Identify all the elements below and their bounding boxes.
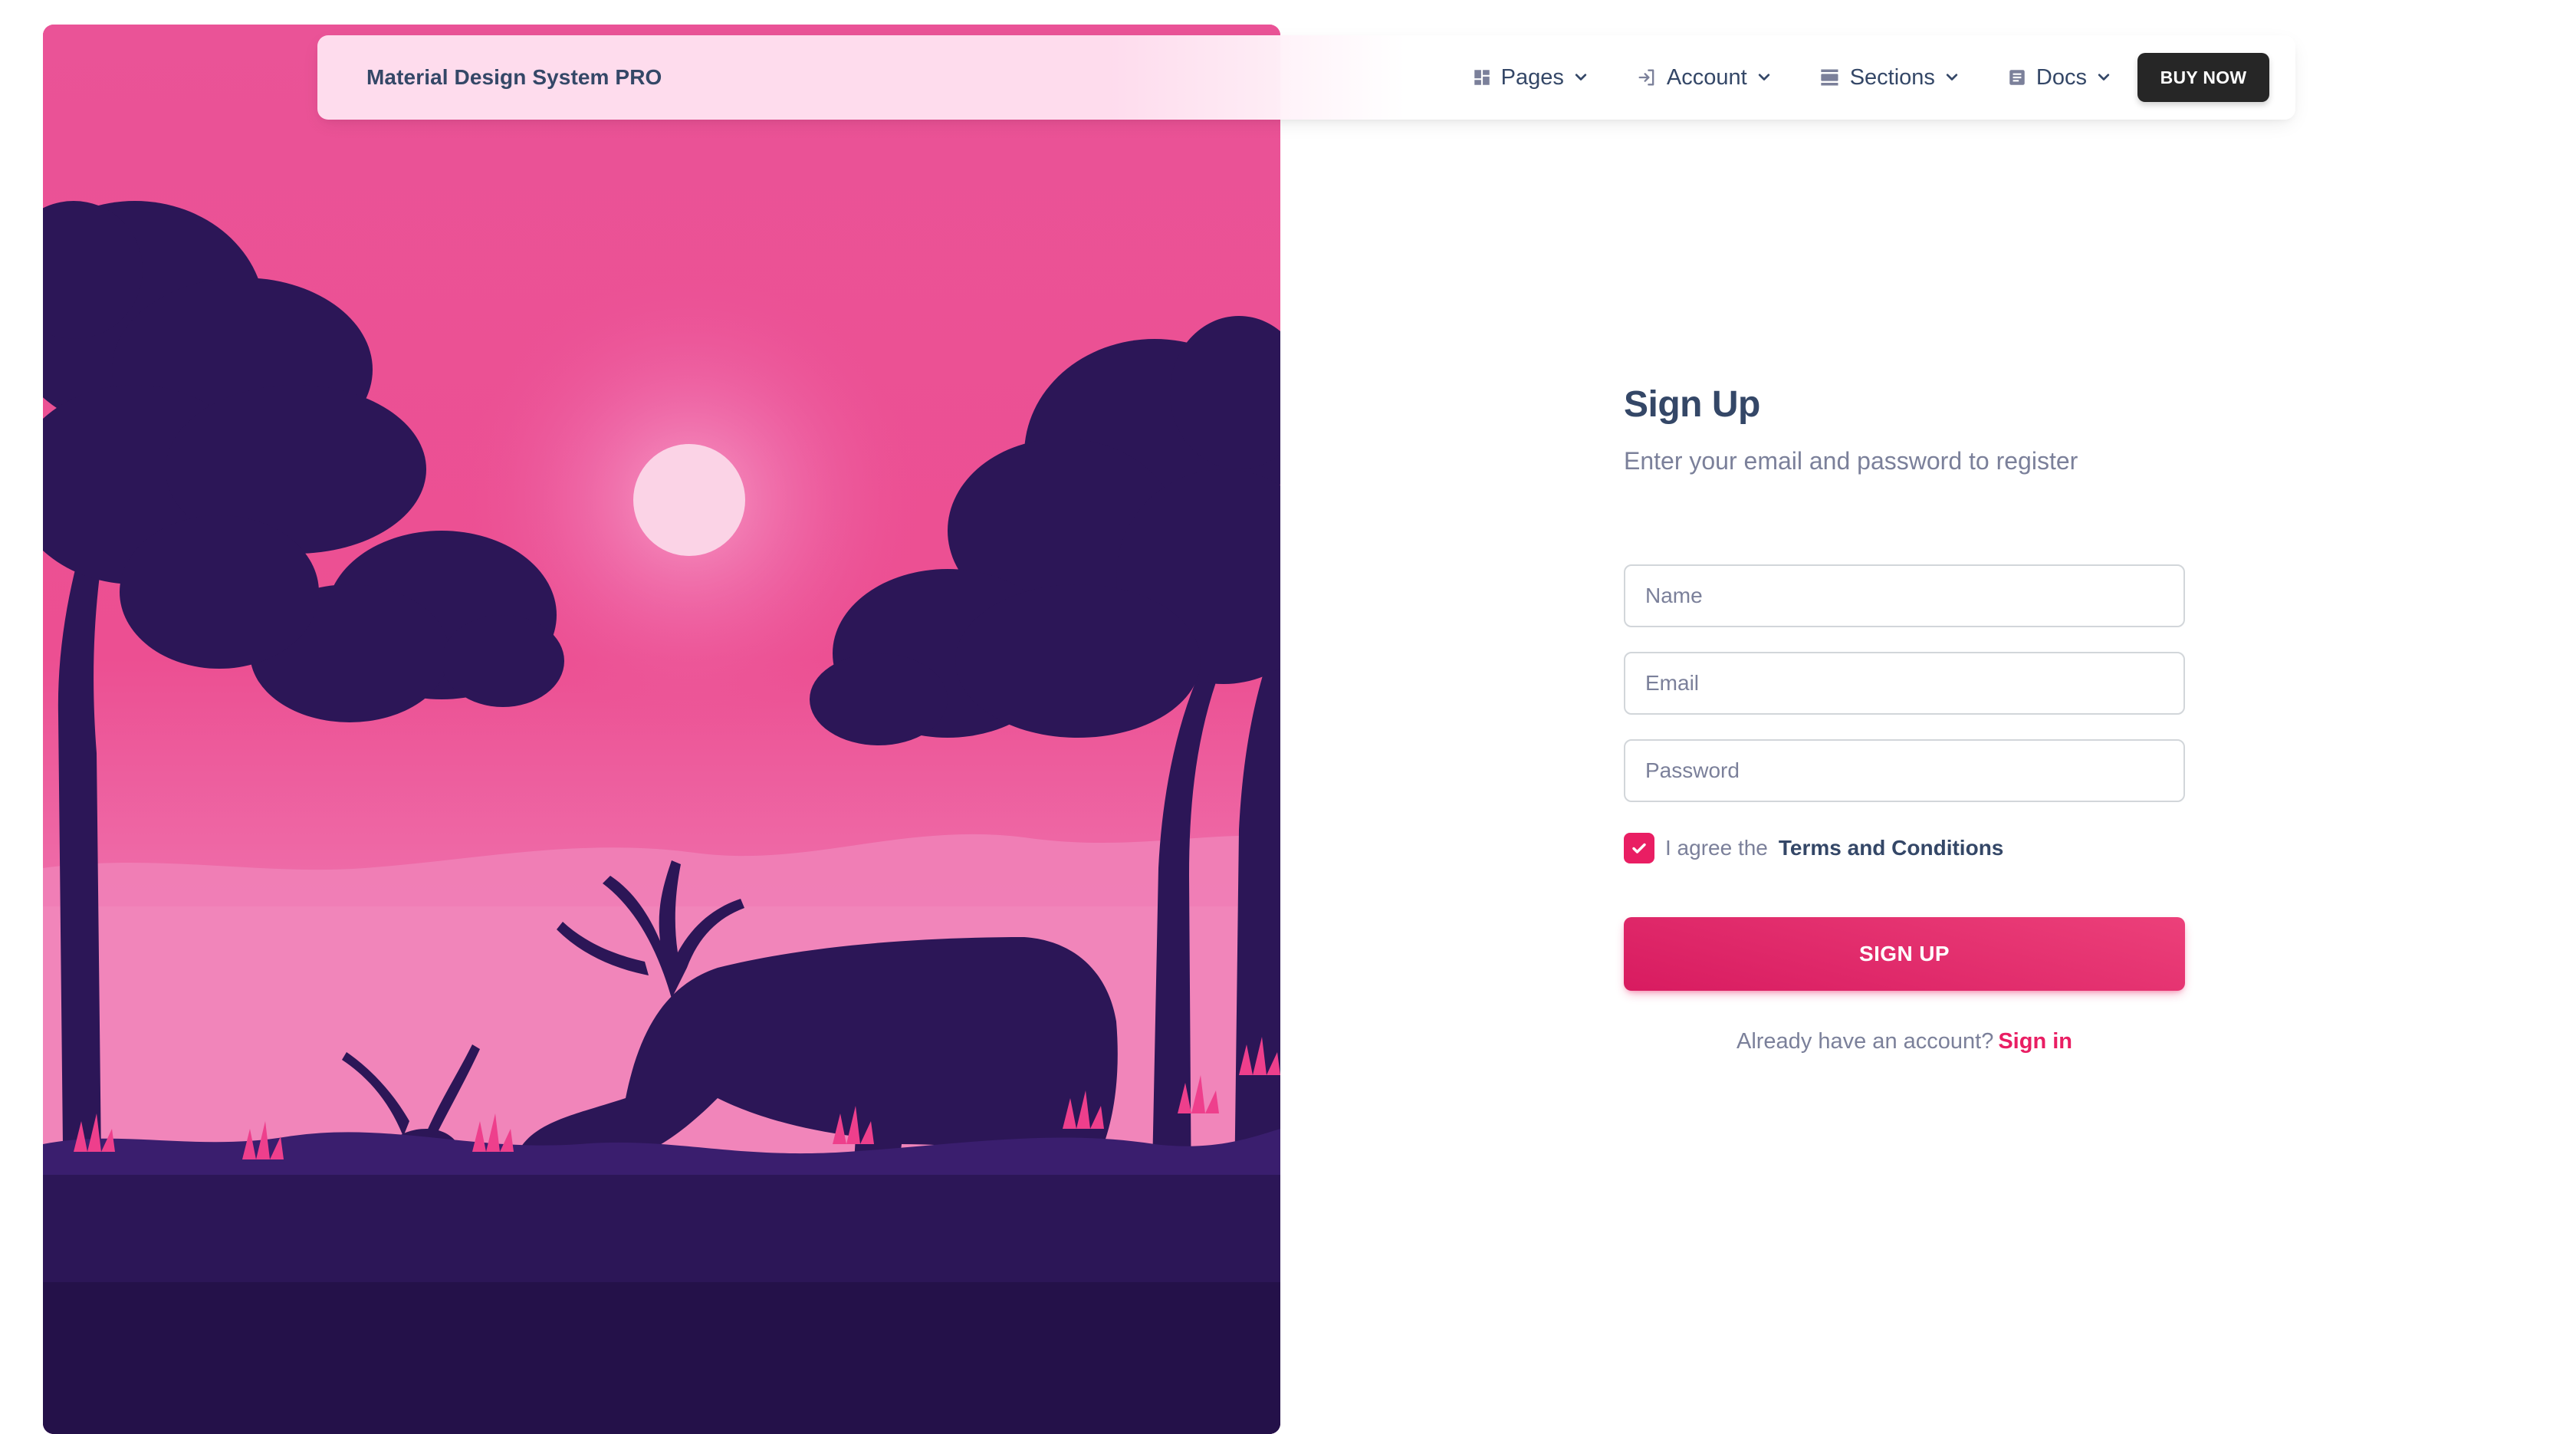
already-account-text: Already have an account? <box>1736 1029 1994 1054</box>
view-day-icon <box>1819 67 1841 88</box>
article-icon <box>2007 67 2027 87</box>
page-subtitle: Enter your email and password to registe… <box>1624 447 2078 475</box>
page-title: Sign Up <box>1624 384 1760 425</box>
nav-item-sections-label: Sections <box>1849 64 1935 90</box>
nav-item-sections[interactable]: Sections <box>1819 65 1960 90</box>
brand-logo-text[interactable]: Material Design System PRO <box>366 65 662 90</box>
nav-item-docs[interactable]: Docs <box>2007 65 2111 90</box>
nav-item-account-label: Account <box>1666 64 1747 90</box>
sunset-deer-illustration <box>43 25 1280 1434</box>
nav-menu: Pages Account Sections Docs <box>1472 65 2137 90</box>
nav-item-docs-label: Docs <box>2036 64 2087 90</box>
terms-checkbox[interactable] <box>1624 833 1654 863</box>
name-input[interactable] <box>1624 564 2185 627</box>
password-input[interactable] <box>1624 739 2185 802</box>
nav-item-pages-label: Pages <box>1500 64 1564 90</box>
buy-now-button[interactable]: BUY NOW <box>2137 53 2269 102</box>
sign-in-prompt: Already have an account? Sign in <box>1624 1029 2185 1054</box>
top-navbar: Material Design System PRO Pages Account <box>317 35 2295 120</box>
email-input[interactable] <box>1624 652 2185 715</box>
agree-text: I agree the <box>1665 836 1768 860</box>
terms-agreement: I agree the Terms and Conditions <box>1624 833 2003 863</box>
chevron-down-icon <box>1944 70 1960 85</box>
terms-link[interactable]: Terms and Conditions <box>1779 836 2004 860</box>
chevron-down-icon <box>1756 70 1772 85</box>
nav-item-account[interactable]: Account <box>1636 65 1772 90</box>
chevron-down-icon <box>1573 70 1589 85</box>
chevron-down-icon <box>2096 70 2111 85</box>
dashboard-icon <box>1472 67 1492 87</box>
nav-item-pages[interactable]: Pages <box>1472 65 1589 90</box>
check-icon <box>1632 843 1646 853</box>
sign-up-button[interactable]: SIGN UP <box>1624 917 2185 991</box>
login-icon <box>1636 67 1658 88</box>
sign-up-form: Sign Up Enter your email and password to… <box>1624 383 2185 1054</box>
sign-in-link[interactable]: Sign in <box>1998 1029 2072 1054</box>
sign-up-page: Material Design System PRO Pages Account <box>0 0 2576 1434</box>
